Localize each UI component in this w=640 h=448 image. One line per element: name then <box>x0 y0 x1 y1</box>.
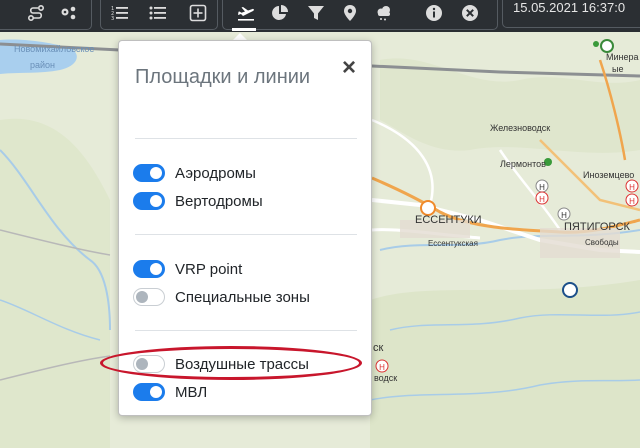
svg-text:H: H <box>539 195 545 204</box>
heliport-marker[interactable]: H <box>375 359 389 373</box>
datetime-display: 15.05.2021 16:37:0 <box>502 0 640 28</box>
toggle-row-heliports[interactable]: Вертодромы <box>133 190 263 212</box>
heliport-marker[interactable]: H <box>535 179 549 193</box>
close-icon[interactable]: × <box>339 56 359 80</box>
toggle-label: VRP point <box>175 260 243 278</box>
map-label-reservoir: район <box>30 60 56 70</box>
heliport-marker[interactable]: H <box>535 191 549 205</box>
filter-icon[interactable] <box>303 0 329 26</box>
pie-chart-icon[interactable] <box>267 0 293 26</box>
toggle-switch[interactable] <box>133 260 165 278</box>
map-label-city: Минера <box>606 52 639 62</box>
airfield-marker[interactable] <box>562 282 578 298</box>
toolbar-group: 123 <box>100 0 218 30</box>
plus-square-icon[interactable] <box>185 0 211 26</box>
airfield-marker[interactable] <box>600 39 614 53</box>
heliport-marker[interactable]: H <box>625 179 639 193</box>
network-icon[interactable] <box>55 0 81 26</box>
weather-cloud-icon[interactable] <box>371 0 397 26</box>
map-label-district: Свободы <box>585 238 619 247</box>
svg-text:H: H <box>561 211 567 220</box>
map-label-city: Железноводск <box>490 123 551 133</box>
heliport-marker[interactable]: H <box>557 207 571 221</box>
toolbar-group <box>222 0 498 30</box>
map-label-city: Иноземцево <box>583 170 635 180</box>
heliport-marker[interactable]: H <box>625 193 639 207</box>
map-label-city: ЕССЕНТУКИ <box>415 214 482 226</box>
map-label-city: Лермонтов <box>500 159 546 169</box>
toggle-switch[interactable] <box>133 164 165 182</box>
map-label-district: Ессентукская <box>428 239 478 248</box>
toggle-row-vrp[interactable]: VRP point <box>133 258 242 280</box>
map-label-reservoir: Новомихайловское <box>14 44 95 54</box>
map-label-city: ые <box>612 64 624 74</box>
map-label-city: водск <box>374 373 398 383</box>
toggle-row-mvl[interactable]: МВЛ <box>133 381 207 403</box>
close-circle-icon[interactable] <box>457 0 483 26</box>
toggle-label: МВЛ <box>175 383 208 401</box>
toggle-row-special-zones[interactable]: Специальные зоны <box>133 286 310 308</box>
annotation-highlight-ellipse <box>100 346 362 380</box>
route-icon[interactable] <box>23 0 49 26</box>
map-label-city: ск <box>373 342 384 354</box>
svg-text:H: H <box>379 363 385 372</box>
ordered-list-icon[interactable]: 123 <box>107 0 133 26</box>
divider <box>135 234 357 235</box>
toggle-label: Вертодромы <box>175 192 263 210</box>
toggle-label: Специальные зоны <box>175 288 310 306</box>
toggle-row-aerodromes[interactable]: Аэродромы <box>133 162 256 184</box>
map-marker-icon[interactable] <box>337 0 363 26</box>
toggle-switch[interactable] <box>133 192 165 210</box>
top-toolbar: 123 15.05.2021 16:37:0 <box>0 0 640 32</box>
svg-text:H: H <box>629 183 635 192</box>
svg-text:3: 3 <box>111 16 114 22</box>
toggle-label: Аэродромы <box>175 164 256 182</box>
svg-text:H: H <box>539 183 545 192</box>
svg-text:H: H <box>629 197 635 206</box>
active-tab-indicator <box>232 28 256 31</box>
info-icon[interactable] <box>421 0 447 26</box>
toggle-switch[interactable] <box>133 288 165 306</box>
divider <box>135 138 357 139</box>
list-icon[interactable] <box>145 0 171 26</box>
toolbar-group <box>0 0 92 30</box>
popup-title: Площадки и линии <box>135 66 311 88</box>
map-label-city: ПЯТИГОРСК <box>564 221 630 233</box>
toggle-switch[interactable] <box>133 383 165 401</box>
airfield-marker[interactable] <box>420 200 436 216</box>
airplane-takeoff-icon[interactable] <box>233 0 259 26</box>
divider <box>135 330 357 331</box>
